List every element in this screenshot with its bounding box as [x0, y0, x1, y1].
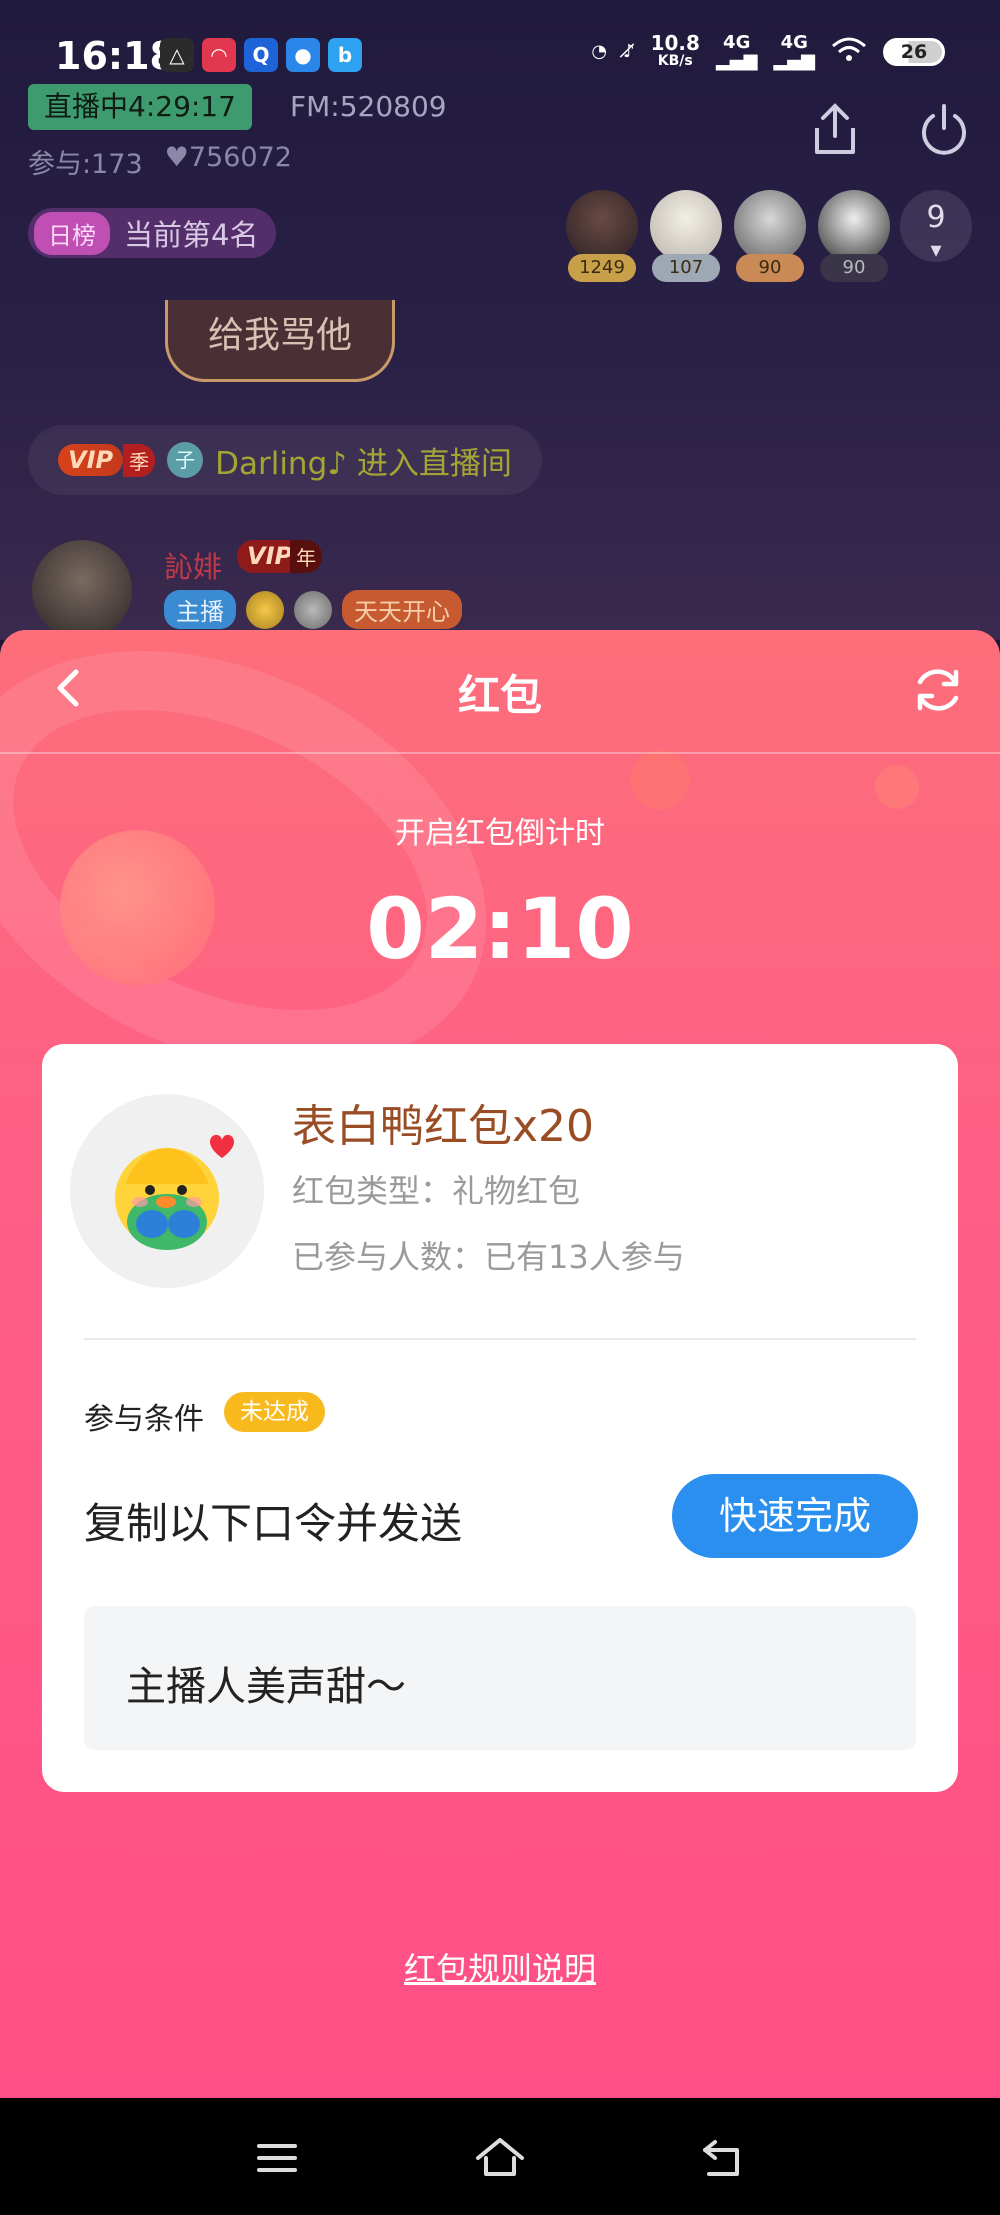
chat-bubble: 给我骂他	[165, 300, 395, 382]
power-icon[interactable]	[914, 100, 974, 160]
status-bar: 16:18 △ ◠ Q ● b ◔ ♪̸ 10.8 KB/s 4G ▂▄▆ 4G ▂…	[0, 30, 1000, 86]
battery-icon: 26	[883, 38, 945, 66]
avatar[interactable]	[32, 540, 132, 640]
viewer-score: 90	[736, 254, 804, 282]
viewer-avatar[interactable]: 90	[734, 190, 806, 282]
signal-icon: 4G ▂▄▆	[715, 32, 758, 71]
avatar	[734, 190, 806, 262]
red-packet-sheet: 红包 开启红包倒计时 02:10 表白鸭红包x20 红包类型：礼物红包 已参与人…	[0, 630, 1000, 2098]
participant-count-text: 已参与人数：已有13人参与	[292, 1238, 685, 1276]
divider	[84, 1338, 916, 1340]
top-viewers: 1249 107 90 90	[566, 190, 890, 282]
status-indicators: ◔ ♪̸ 10.8 KB/s 4G ▂▄▆ 4G ▂▄▆ 26	[591, 32, 945, 71]
vip-tier-badge: 年	[290, 540, 323, 573]
daily-rank-pill[interactable]: 日榜 当前第4名	[28, 208, 277, 258]
viewer-avatar[interactable]: 107	[650, 190, 722, 282]
chat-user-row: 訫婔 VIP 年 主播 天天开心	[32, 540, 832, 640]
viewer-score: 107	[652, 254, 720, 282]
condition-description: 复制以下口令并发送	[84, 1499, 463, 1548]
viewer-score: 1249	[568, 254, 636, 282]
fan-badge-icon: 子	[167, 442, 204, 478]
heart-icon: ♥	[164, 142, 189, 173]
daily-rank-text: 当前第4名	[124, 218, 259, 252]
participant-count: 参与:173	[28, 149, 143, 180]
network-speed-unit: KB/s	[657, 53, 693, 69]
viewer-more-count: 9	[926, 200, 946, 235]
room-stats: 参与:173 ♥756072	[28, 142, 292, 181]
viewer-score: 90	[820, 254, 888, 282]
live-duration-badge: 直播中4:29:17	[28, 84, 252, 130]
password-text: 主播人美声甜～	[126, 1664, 406, 1710]
vip-badge: VIP	[58, 444, 124, 476]
app-notification-icon: △	[160, 38, 194, 72]
avatar	[566, 190, 638, 262]
gift-image	[70, 1094, 264, 1288]
menu-icon[interactable]	[247, 2128, 307, 2188]
vip-tier-badge: 季	[123, 443, 156, 477]
crown-icon	[294, 590, 332, 629]
medal-icon	[246, 590, 284, 629]
wifi-icon	[831, 36, 867, 68]
user-vip-badge-wrap: VIP 年	[237, 540, 323, 573]
avatar	[650, 190, 722, 262]
gift-type: 红包类型：礼物红包	[292, 1172, 581, 1210]
gift-name: 表白鸭红包x20	[292, 1101, 595, 1152]
back-nav-icon[interactable]	[693, 2128, 753, 2188]
decorative-dot	[630, 750, 690, 810]
condition-label: 参与条件	[84, 1402, 204, 1437]
app-notification-icon: ●	[286, 38, 320, 72]
app-notification-icon: Q	[244, 38, 278, 72]
viewer-count-button[interactable]: 9 ▾	[900, 190, 972, 262]
home-icon[interactable]	[470, 2128, 530, 2188]
signal-label: 4G	[723, 32, 751, 53]
password-box[interactable]: 主播人美声甜～	[84, 1606, 916, 1750]
network-speed: 10.8 KB/s	[651, 33, 700, 70]
chevron-down-icon: ▾	[930, 238, 942, 263]
likes-wrap: ♥756072	[165, 142, 292, 181]
sheet-title: 红包	[457, 671, 542, 720]
chat-user-name: 訫婔	[164, 550, 223, 584]
host-tag: 主播	[164, 590, 236, 629]
duck-gift-icon	[115, 1134, 234, 1250]
notification-icons: △ ◠ Q ● b	[160, 38, 362, 72]
enter-room-message: VIP 季 子 Darling♪ 进入直播间	[28, 425, 542, 495]
rules-link[interactable]: 红包规则说明	[0, 1944, 1000, 1990]
mute-icon: ♪̸	[623, 41, 635, 62]
daily-rank-tag: 日榜	[34, 211, 110, 255]
system-nav-bar	[0, 2098, 1000, 2215]
app-notification-icon: ◠	[202, 38, 236, 72]
quick-complete-button[interactable]: 快速完成	[672, 1474, 918, 1558]
share-icon[interactable]	[805, 100, 865, 160]
incognito-icon: ◔	[591, 41, 608, 62]
likes-count: 756072	[188, 142, 292, 173]
battery-level: 26	[900, 41, 928, 63]
decorative-dot	[875, 765, 919, 809]
app-notification-icon: b	[328, 38, 362, 72]
signal-icon: 4G ▂▄▆	[773, 32, 815, 71]
countdown-timer: 02:10	[366, 880, 634, 978]
refresh-icon[interactable]	[908, 660, 968, 720]
condition-status-badge: 未达成	[224, 1392, 325, 1432]
user-tags: 主播 天天开心	[164, 590, 462, 629]
sheet-header: 红包	[0, 630, 1000, 754]
status-time: 16:18	[55, 34, 176, 78]
fm-number: FM:520809	[290, 90, 447, 123]
countdown-label: 开启红包倒计时	[395, 816, 605, 851]
red-packet-card: 表白鸭红包x20 红包类型：礼物红包 已参与人数：已有13人参与 参与条件 未达…	[42, 1044, 958, 1792]
viewer-avatar[interactable]: 90	[818, 190, 890, 282]
avatar	[818, 190, 890, 262]
live-room-background: 16:18 △ ◠ Q ● b ◔ ♪̸ 10.8 KB/s 4G ▂▄▆ 4G ▂…	[0, 0, 1000, 640]
enter-message-text: Darling♪ 进入直播间	[215, 445, 512, 482]
signal-label: 4G	[780, 32, 808, 53]
viewer-avatar[interactable]: 1249	[566, 190, 638, 282]
happy-tag: 天天开心	[342, 590, 462, 629]
